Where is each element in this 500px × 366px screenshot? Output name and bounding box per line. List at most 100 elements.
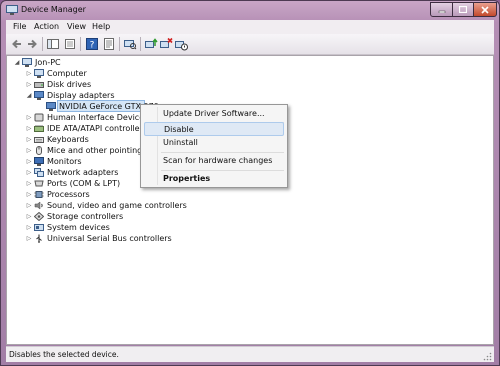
device-list-icon[interactable] xyxy=(63,37,77,51)
tree-item-label: Network adapters xyxy=(47,168,119,177)
tree-item-processors[interactable]: ▷ Processors xyxy=(26,189,90,200)
collapsed-arrow-icon[interactable]: ▷ xyxy=(26,202,32,209)
toolbar-separator xyxy=(42,37,43,51)
collapsed-arrow-icon[interactable]: ▷ xyxy=(26,224,32,231)
menu-item-label: Scan for hardware changes xyxy=(163,156,273,165)
menu-action[interactable]: Action xyxy=(34,22,59,31)
tree-item-human-interface-devices[interactable]: ▷ Human Interface Devices xyxy=(26,112,149,123)
context-menu: Update Driver Software... Disable Uninst… xyxy=(140,104,288,188)
collapsed-arrow-icon[interactable]: ▷ xyxy=(26,136,32,143)
tree-item-disk-drives[interactable]: ▷ Disk drives xyxy=(26,79,91,90)
menu-view[interactable]: View xyxy=(67,22,86,31)
collapsed-arrow-icon[interactable]: ▷ xyxy=(26,114,32,121)
svg-text:?: ? xyxy=(90,41,95,51)
collapsed-arrow-icon[interactable]: ▷ xyxy=(26,213,32,220)
collapsed-arrow-icon[interactable]: ▷ xyxy=(26,169,32,176)
tree-item-label: Processors xyxy=(47,190,90,199)
tree-item-system-devices[interactable]: ▷ System devices xyxy=(26,222,110,233)
tree-item-storage-controllers[interactable]: ▷ Storage controllers xyxy=(26,211,123,222)
collapsed-arrow-icon[interactable]: ▷ xyxy=(26,125,32,132)
show-hide-tree-icon[interactable] xyxy=(46,37,60,51)
keyboard-icon xyxy=(34,137,44,143)
collapsed-arrow-icon[interactable]: ▷ xyxy=(26,70,32,77)
collapsed-arrow-icon[interactable]: ▷ xyxy=(26,191,32,198)
hid-icon xyxy=(34,113,44,122)
collapsed-arrow-icon[interactable]: ▷ xyxy=(26,147,32,154)
context-menu-separator xyxy=(161,170,284,171)
usb-icon xyxy=(36,234,42,243)
tree-item-ide-controllers[interactable]: ▷ IDE ATA/ATAPI controllers xyxy=(26,123,147,134)
tree-item-label: Computer xyxy=(47,69,87,78)
mouse-icon xyxy=(36,146,42,155)
status-text: Disables the selected device. xyxy=(9,350,119,359)
toolbar: ? xyxy=(6,34,494,55)
tree-item-sound-controllers[interactable]: ▷ Sound, video and game controllers xyxy=(26,200,187,211)
display-adapter-icon xyxy=(46,102,56,111)
tree-item-display-adapters[interactable]: ◢ Display adapters xyxy=(26,90,115,101)
tree-item-label: Universal Serial Bus controllers xyxy=(47,234,172,243)
device-manager-app-icon xyxy=(6,5,18,15)
menu-item-scan-hardware[interactable]: Scan for hardware changes xyxy=(144,154,284,168)
tree-item-label: Monitors xyxy=(47,157,82,166)
tree-item-keyboards[interactable]: ▷ Keyboards xyxy=(26,134,89,145)
close-button[interactable] xyxy=(473,2,497,17)
resize-grip-icon[interactable] xyxy=(483,352,492,361)
storage-controller-icon xyxy=(34,212,44,221)
tree-item-label: Keyboards xyxy=(47,135,89,144)
tree-item-label: Sound, video and game controllers xyxy=(47,201,187,210)
port-icon xyxy=(34,180,44,187)
tree-item-label: Storage controllers xyxy=(47,212,124,221)
tree-root-node[interactable]: ◢ Jon-PC xyxy=(14,57,61,68)
menu-help[interactable]: Help xyxy=(92,22,110,31)
uninstall-icon[interactable] xyxy=(159,37,173,51)
menu-file[interactable]: File xyxy=(13,22,26,31)
minimize-button[interactable] xyxy=(430,2,453,17)
disable-icon[interactable] xyxy=(174,37,188,51)
menu-item-update-driver[interactable]: Update Driver Software... xyxy=(144,107,284,121)
sound-icon xyxy=(34,201,43,210)
window-title: Device Manager xyxy=(21,5,86,14)
title-bar[interactable]: Device Manager xyxy=(1,1,499,20)
scan-hardware-icon[interactable] xyxy=(123,37,137,51)
forward-icon[interactable] xyxy=(25,37,39,51)
status-bar: Disables the selected device. xyxy=(6,346,494,362)
device-manager-window: Device Manager File Action View Help ? ◢… xyxy=(0,0,500,366)
update-driver-icon[interactable] xyxy=(144,37,158,51)
back-icon[interactable] xyxy=(10,37,24,51)
tree-item-ports[interactable]: ▷ Ports (COM & LPT) xyxy=(26,178,120,189)
system-device-icon xyxy=(34,224,44,231)
close-icon xyxy=(481,5,489,14)
tree-root-label: Jon-PC xyxy=(35,58,61,67)
collapsed-arrow-icon[interactable]: ▷ xyxy=(26,180,32,187)
expanded-arrow-icon[interactable]: ◢ xyxy=(26,92,32,99)
tree-item-monitors[interactable]: ▷ Monitors xyxy=(26,156,82,167)
menu-item-label: Update Driver Software... xyxy=(163,109,265,118)
menu-item-label: Properties xyxy=(163,174,211,183)
properties-icon[interactable] xyxy=(102,37,116,51)
help-icon[interactable]: ? xyxy=(85,37,99,51)
disk-drive-icon xyxy=(34,82,44,88)
tree-item-label: Human Interface Devices xyxy=(47,113,149,122)
tree-item-network-adapters[interactable]: ▷ Network adapters xyxy=(26,167,118,178)
menu-item-properties[interactable]: Properties xyxy=(144,172,284,186)
menu-item-label: Disable xyxy=(164,125,194,134)
maximize-button[interactable] xyxy=(452,2,474,17)
expanded-arrow-icon[interactable]: ◢ xyxy=(14,59,20,66)
collapsed-arrow-icon[interactable]: ▷ xyxy=(26,235,32,242)
computer-icon xyxy=(34,69,44,78)
toolbar-separator xyxy=(80,37,81,51)
collapsed-arrow-icon[interactable]: ▷ xyxy=(26,158,32,165)
ide-controller-icon xyxy=(34,125,44,132)
network-adapter-icon xyxy=(34,168,44,177)
tree-item-usb-controllers[interactable]: ▷ Universal Serial Bus controllers xyxy=(26,233,172,244)
context-menu-separator xyxy=(161,152,284,153)
tree-item-label: System devices xyxy=(47,223,110,232)
tree-item-label: IDE ATA/ATAPI controllers xyxy=(47,124,148,133)
menu-item-disable[interactable]: Disable xyxy=(144,122,284,136)
computer-icon xyxy=(22,58,32,67)
display-adapter-icon xyxy=(34,91,44,100)
collapsed-arrow-icon[interactable]: ▷ xyxy=(26,81,32,88)
tree-item-computer[interactable]: ▷ Computer xyxy=(26,68,87,79)
menu-item-uninstall[interactable]: Uninstall xyxy=(144,136,284,150)
device-tree[interactable]: ◢ Jon-PC ▷ Computer ▷ Disk drives ◢ Disp… xyxy=(6,55,494,345)
